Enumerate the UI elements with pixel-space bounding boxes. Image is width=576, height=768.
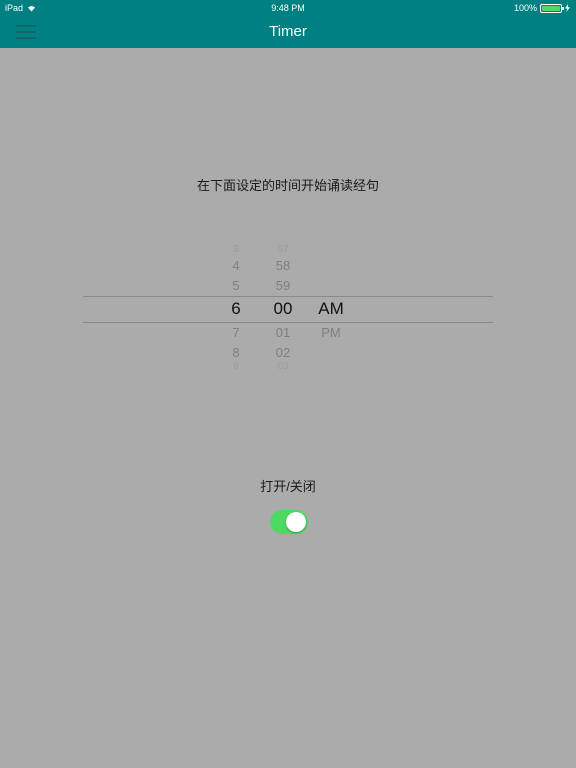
picker-period[interactable]: PM	[311, 325, 351, 340]
picker-selection-bottom-line	[83, 322, 493, 323]
timer-prompt: 在下面设定的时间开始诵读经句	[196, 178, 379, 193]
toggle-label: 打开/关闭	[260, 479, 316, 494]
picker-minute[interactable]: 01	[263, 325, 303, 340]
picker-period-selected[interactable]: AM	[311, 299, 351, 319]
battery-percent: 100%	[513, 3, 537, 13]
picker-selection-top-line	[83, 296, 493, 297]
picker-minute[interactable]: 57	[263, 244, 303, 255]
status-bar: iPad 9:48 PM 100%	[0, 0, 576, 16]
navigation-bar: Timer	[0, 16, 576, 48]
picker-minute[interactable]: 58	[263, 258, 303, 273]
timer-toggle-switch[interactable]	[270, 510, 308, 534]
toggle-knob	[286, 512, 306, 532]
picker-minute[interactable]: 03	[263, 361, 303, 372]
picker-hour-selected[interactable]: 6	[216, 299, 256, 319]
status-time: 9:48 PM	[271, 3, 305, 13]
time-picker[interactable]: 3 4 5 6 7 8 9 57 58 59 00 01 02 03 AM PM	[0, 240, 576, 372]
status-right: 100%	[514, 3, 570, 13]
picker-hour[interactable]: 4	[216, 258, 256, 273]
picker-hour[interactable]: 9	[216, 361, 256, 372]
picker-minute[interactable]: 59	[263, 278, 303, 293]
bolt-icon	[565, 4, 570, 12]
picker-minute-selected[interactable]: 00	[263, 299, 303, 319]
picker-minute[interactable]: 02	[263, 345, 303, 360]
page-title: Timer	[269, 23, 307, 40]
picker-hour[interactable]: 3	[216, 244, 256, 255]
battery-icon	[540, 3, 564, 13]
picker-hour[interactable]: 7	[216, 325, 256, 340]
picker-hour[interactable]: 5	[216, 278, 256, 293]
picker-hour[interactable]: 8	[216, 345, 256, 360]
